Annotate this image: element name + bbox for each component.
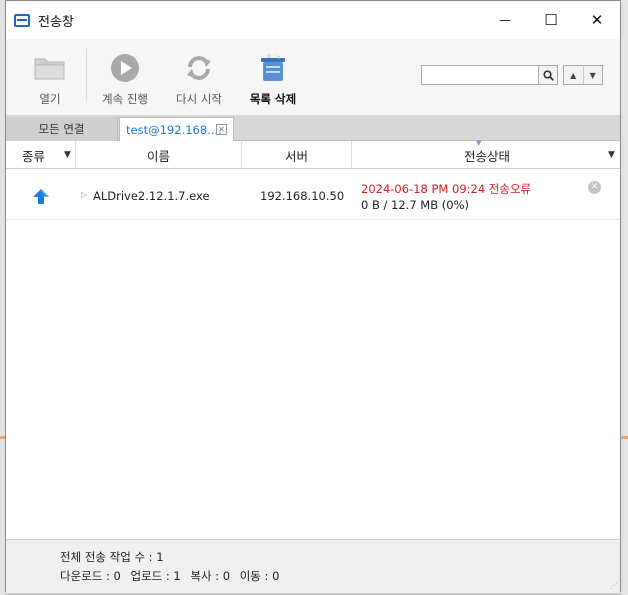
move-count: 이동 : 0	[239, 569, 280, 583]
refresh-icon	[162, 51, 236, 85]
close-button[interactable]: ✕	[574, 1, 620, 39]
window-title: 전송창	[38, 14, 74, 30]
open-button[interactable]: 열기	[13, 51, 87, 107]
column-server[interactable]: 서버	[242, 141, 352, 169]
column-type-dropdown-icon[interactable]: ▼	[64, 150, 71, 160]
column-type[interactable]: 종류 ▼	[6, 141, 76, 169]
title-bar[interactable]: 전송창 — ☐ ✕	[6, 1, 620, 39]
minimize-button[interactable]: —	[482, 1, 528, 39]
search-input[interactable]	[421, 65, 539, 85]
window-controls: — ☐ ✕	[482, 1, 620, 39]
status-bar: 전체 전송 작업 수 : 1 다운로드 : 0 업로드 : 1 복사 : 0 이…	[6, 539, 620, 593]
delete-list-button[interactable]: 목록 삭제	[236, 51, 310, 107]
column-status-label: 전송상태	[463, 148, 510, 164]
column-server-label: 서버	[284, 148, 308, 164]
search-next-button[interactable]: ▼	[584, 66, 603, 84]
connection-tabs: 모든 연결 test@192.168.... ✕	[6, 115, 620, 141]
sort-indicator-icon: ▼	[476, 139, 482, 147]
expand-arrow-icon[interactable]: ▷	[81, 190, 87, 199]
toolbar-separator	[86, 49, 87, 101]
column-header: 종류 ▼ 이름 서버 전송상태 ▼ ▼	[6, 139, 622, 169]
restart-button[interactable]: 다시 시작	[162, 51, 236, 107]
restart-label: 다시 시작	[176, 92, 222, 106]
copy-count: 복사 : 0	[190, 569, 231, 583]
transfer-window-icon	[14, 13, 30, 27]
table-row[interactable]: ▷ ALDrive2.12.1.7.exe 192.168.10.50 2024…	[6, 170, 620, 220]
delete-list-label: 목록 삭제	[249, 92, 297, 106]
column-name[interactable]: 이름	[76, 141, 242, 169]
column-type-label: 종류	[22, 148, 46, 164]
upload-count: 업로드 : 1	[130, 569, 181, 583]
background-app-highlight-right	[621, 436, 628, 439]
transfer-progress: 0 B / 12.7 MB (0%)	[361, 198, 469, 212]
server-address: 192.168.10.50	[260, 189, 345, 203]
search-navigation: ▲ ▼	[563, 65, 603, 85]
job-breakdown: 다운로드 : 0 업로드 : 1 복사 : 0 이동 : 0	[60, 568, 285, 584]
open-label: 열기	[39, 92, 61, 106]
total-jobs-count: 전체 전송 작업 수 : 1	[60, 550, 164, 564]
tab-all-connections[interactable]: 모든 연결	[6, 117, 118, 141]
background-app-right	[621, 0, 628, 595]
column-status-dropdown-icon[interactable]: ▼	[608, 150, 615, 160]
toolbar: 열기 계속 진행 다시 시작 목록 삭제 ▲ ▼	[6, 39, 620, 115]
column-name-label: 이름	[146, 148, 170, 164]
search-button[interactable]	[538, 65, 558, 85]
search-prev-button[interactable]: ▲	[564, 66, 584, 84]
resume-button[interactable]: 계속 진행	[88, 51, 162, 107]
tab-test-connection-label: test@192.168....	[126, 122, 222, 137]
folder-icon	[13, 51, 87, 85]
upload-arrow-icon	[33, 189, 49, 204]
column-status[interactable]: 전송상태 ▼	[352, 141, 622, 169]
play-icon	[88, 51, 162, 85]
trash-icon	[236, 51, 310, 85]
tab-all-connections-label: 모든 연결	[38, 122, 85, 136]
tab-test-connection[interactable]: test@192.168.... ✕	[119, 117, 234, 141]
transfer-window: 전송창 — ☐ ✕ 열기 계속 진행 다시 시작 목록 삭제 ▲ ▼ 모든 연결…	[5, 0, 622, 593]
resume-label: 계속 진행	[102, 92, 148, 106]
resize-grip-icon[interactable]: ⋰	[610, 581, 618, 590]
file-name: ALDrive2.12.1.7.exe	[93, 189, 210, 203]
search-icon	[542, 69, 554, 81]
transfer-status: 2024-06-18 PM 09:24 전송오류	[361, 182, 532, 196]
tab-close-icon[interactable]: ✕	[216, 124, 227, 135]
remove-item-icon[interactable]: ✕	[588, 181, 601, 194]
download-count: 다운로드 : 0	[60, 569, 121, 583]
maximize-button[interactable]: ☐	[528, 1, 574, 39]
